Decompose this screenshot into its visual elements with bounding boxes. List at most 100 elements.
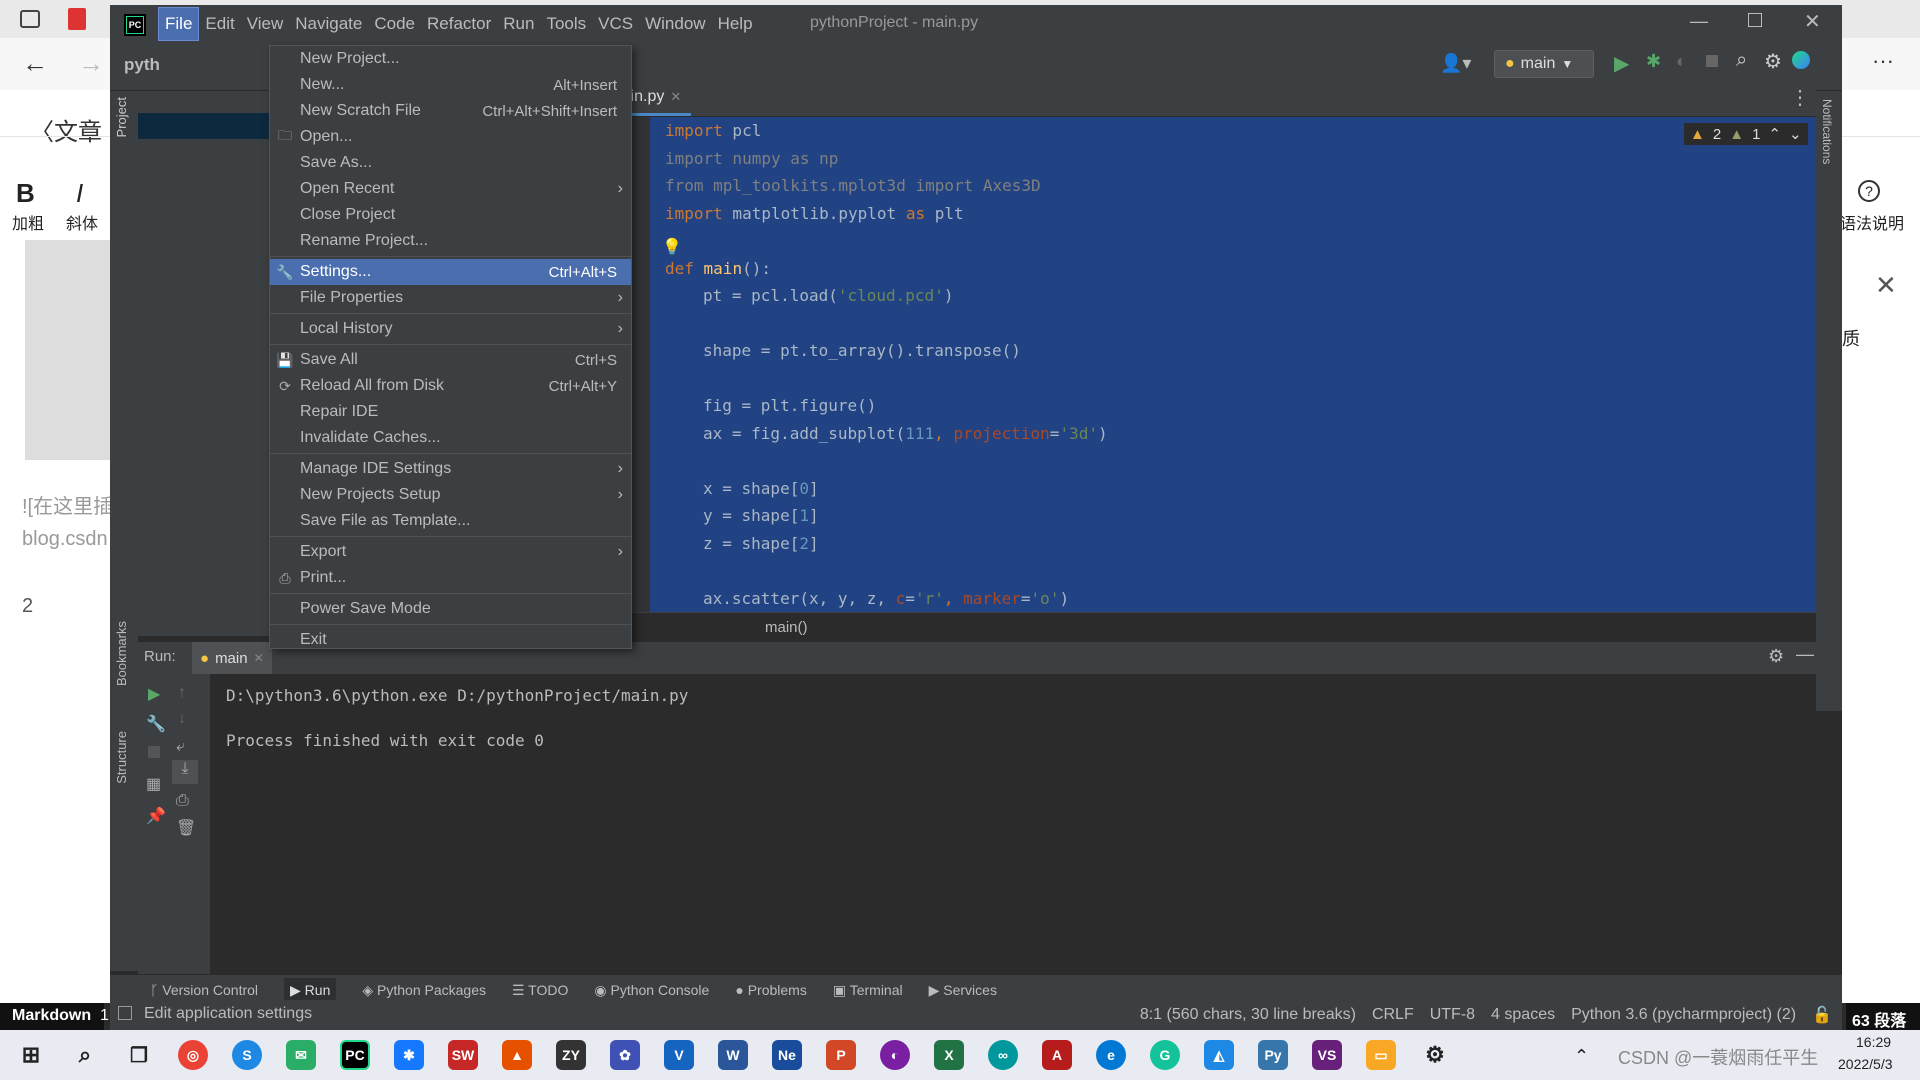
menu-item-print[interactable]: ⎙ Print... [270, 565, 631, 591]
bold-icon[interactable]: B [16, 178, 35, 209]
menu-view[interactable]: View [241, 8, 290, 40]
menu-item-settings[interactable]: 🔧 Settings... Ctrl+Alt+S [270, 259, 631, 285]
start-icon[interactable]: ⊞ [16, 1040, 46, 1070]
more-icon[interactable]: ··· [1872, 48, 1894, 74]
search-icon[interactable]: ⌕ [70, 1040, 100, 1070]
visio-icon[interactable]: V [664, 1040, 694, 1070]
grammarly-icon[interactable]: G [1150, 1040, 1180, 1070]
trash-icon[interactable]: 🗑 [176, 818, 196, 838]
help-icon[interactable]: ? [1858, 180, 1880, 202]
arduino-icon[interactable]: ∞ [988, 1040, 1018, 1070]
menu-item-new[interactable]: New... Alt+Insert [270, 72, 631, 98]
pdf-tab-icon[interactable] [68, 8, 86, 30]
search-icon[interactable]: ⌕ [1736, 49, 1747, 72]
clock-date[interactable]: 2022/5/3 [1838, 1056, 1893, 1072]
stop-icon[interactable] [148, 746, 160, 758]
run-config-selector[interactable]: ● main ▼ [1494, 50, 1594, 78]
minimize-icon[interactable]: — [1690, 11, 1708, 32]
menu-item-export[interactable]: Export › [270, 539, 631, 565]
lock-icon[interactable]: 🔓 [1812, 1005, 1832, 1025]
file-encoding[interactable]: UTF-8 [1430, 1006, 1475, 1024]
menu-refactor[interactable]: Refactor [421, 8, 497, 40]
caret-position[interactable]: 8:1 (560 chars, 30 line breaks) [1140, 1006, 1356, 1024]
minimize-panel-icon[interactable]: — [1796, 644, 1814, 665]
menu-item-close-project[interactable]: Close Project [270, 202, 631, 228]
pin-icon[interactable]: 📌 [146, 806, 166, 826]
menu-item-open[interactable]: 🗀 Open... [270, 124, 631, 150]
maximize-icon[interactable] [1748, 13, 1762, 27]
scroll-to-end-icon[interactable]: ⤓ [172, 760, 198, 784]
app-icon[interactable]: ◐ [880, 1040, 910, 1070]
edge-icon[interactable]: e [1096, 1040, 1126, 1070]
excel-icon[interactable]: X [934, 1040, 964, 1070]
panel-toggle-icon[interactable] [118, 1006, 132, 1020]
gear-icon[interactable]: ⚙ [1768, 646, 1784, 667]
menu-item-open-recent[interactable]: Open Recent › [270, 176, 631, 202]
solidworks-icon[interactable]: SW [448, 1040, 478, 1070]
menu-tools[interactable]: Tools [540, 8, 592, 40]
structure-tool-button[interactable]: Structure [114, 731, 129, 784]
notifications-tool-button[interactable]: Notifications [1820, 99, 1834, 164]
wrench-icon[interactable]: 🔧 [146, 714, 166, 734]
soft-wrap-icon[interactable]: ⤶ [176, 738, 185, 756]
tab-python-console[interactable]: ◉ Python Console [594, 982, 709, 999]
chrome-icon[interactable]: ◎ [178, 1040, 208, 1070]
menu-item-rename-project[interactable]: Rename Project... [270, 228, 631, 254]
tab-todo[interactable]: ☰ TODO [512, 982, 568, 999]
italic-icon[interactable]: I [76, 178, 83, 209]
breadcrumb-item[interactable]: main() [765, 619, 808, 636]
jetbrains-icon[interactable] [1792, 51, 1810, 69]
arrow-up-icon[interactable]: ↑ [178, 684, 186, 702]
lightbulb-icon[interactable]: 💡 [662, 237, 682, 257]
tab-actions-icon[interactable] [20, 10, 40, 28]
wechat-icon[interactable]: ✉ [286, 1040, 316, 1070]
bookmarks-tool-button[interactable]: Bookmarks [114, 621, 129, 686]
project-tool-button[interactable]: Project [114, 97, 129, 137]
task-view-icon[interactable]: ❐ [124, 1040, 154, 1070]
menu-item-new-scratch[interactable]: New Scratch File Ctrl+Alt+Shift+Insert [270, 98, 631, 124]
rerun-icon[interactable]: ▶ [148, 684, 160, 704]
visual-studio-icon[interactable]: VS [1312, 1040, 1342, 1070]
chevron-up-icon[interactable]: ⌃ [1574, 1046, 1589, 1067]
menu-item-reload[interactable]: ⟳ Reload All from Disk Ctrl+Alt+Y [270, 373, 631, 399]
python-icon[interactable]: Py [1258, 1040, 1288, 1070]
menu-window[interactable]: Window [639, 8, 711, 40]
code-editor[interactable]: import pcl import numpy as np from mpl_t… [655, 117, 1816, 612]
app-icon[interactable]: ✱ [394, 1040, 424, 1070]
menu-item-manage-ide-settings[interactable]: Manage IDE Settings › [270, 456, 631, 482]
tab-services[interactable]: ▶ Services [929, 982, 997, 999]
powerpoint-icon[interactable]: P [826, 1040, 856, 1070]
tab-run[interactable]: ▶ Run [284, 977, 337, 1000]
stop-icon[interactable] [1706, 55, 1718, 67]
menu-item-new-projects-setup[interactable]: New Projects Setup › [270, 482, 631, 508]
menu-item-save-all[interactable]: 💾 Save All Ctrl+S [270, 347, 631, 373]
menu-item-repair-ide[interactable]: Repair IDE [270, 399, 631, 425]
run-console[interactable]: D:\python3.6\python.exe D:/pythonProject… [210, 674, 1816, 974]
pycharm-taskbar-icon[interactable]: PC [340, 1040, 370, 1070]
matlab-icon[interactable]: ▲ [502, 1040, 532, 1070]
menu-edit[interactable]: Edit [199, 8, 240, 40]
menu-item-exit[interactable]: Exit [270, 627, 631, 653]
inspection-widget[interactable]: ▲ 2 ▲ 1 ⌃ ⌄ [1684, 123, 1808, 145]
menu-navigate[interactable]: Navigate [289, 8, 368, 40]
run-icon[interactable]: ▶ [1614, 51, 1629, 76]
menu-item-save-template[interactable]: Save File as Template... [270, 508, 631, 534]
menu-item-local-history[interactable]: Local History › [270, 316, 631, 342]
print-icon[interactable]: ⎙ [176, 792, 189, 810]
chevron-down-icon[interactable]: ⌄ [1789, 125, 1802, 143]
menu-item-invalidate-caches[interactable]: Invalidate Caches... [270, 425, 631, 451]
close-icon[interactable]: ✕ [1875, 270, 1897, 301]
tab-terminal[interactable]: ▣ Terminal [833, 982, 903, 999]
tab-version-control[interactable]: ᚴ Version Control [150, 982, 258, 998]
menu-file[interactable]: File [158, 7, 200, 41]
menu-item-save-as[interactable]: Save As... [270, 150, 631, 176]
settings-icon[interactable]: ⚙ [1420, 1040, 1450, 1070]
sogou-icon[interactable]: S [232, 1040, 262, 1070]
run-tab-main[interactable]: ● main ✕ [192, 642, 272, 674]
interpreter[interactable]: Python 3.6 (pycharmproject) (2) [1571, 1006, 1796, 1024]
forward-icon[interactable]: → [78, 48, 104, 79]
file-explorer-icon[interactable]: ▭ [1366, 1040, 1396, 1070]
note-icon[interactable]: Ne [772, 1040, 802, 1070]
chevron-up-icon[interactable]: ⌃ [1768, 125, 1781, 143]
back-icon[interactable]: ← [22, 48, 48, 79]
